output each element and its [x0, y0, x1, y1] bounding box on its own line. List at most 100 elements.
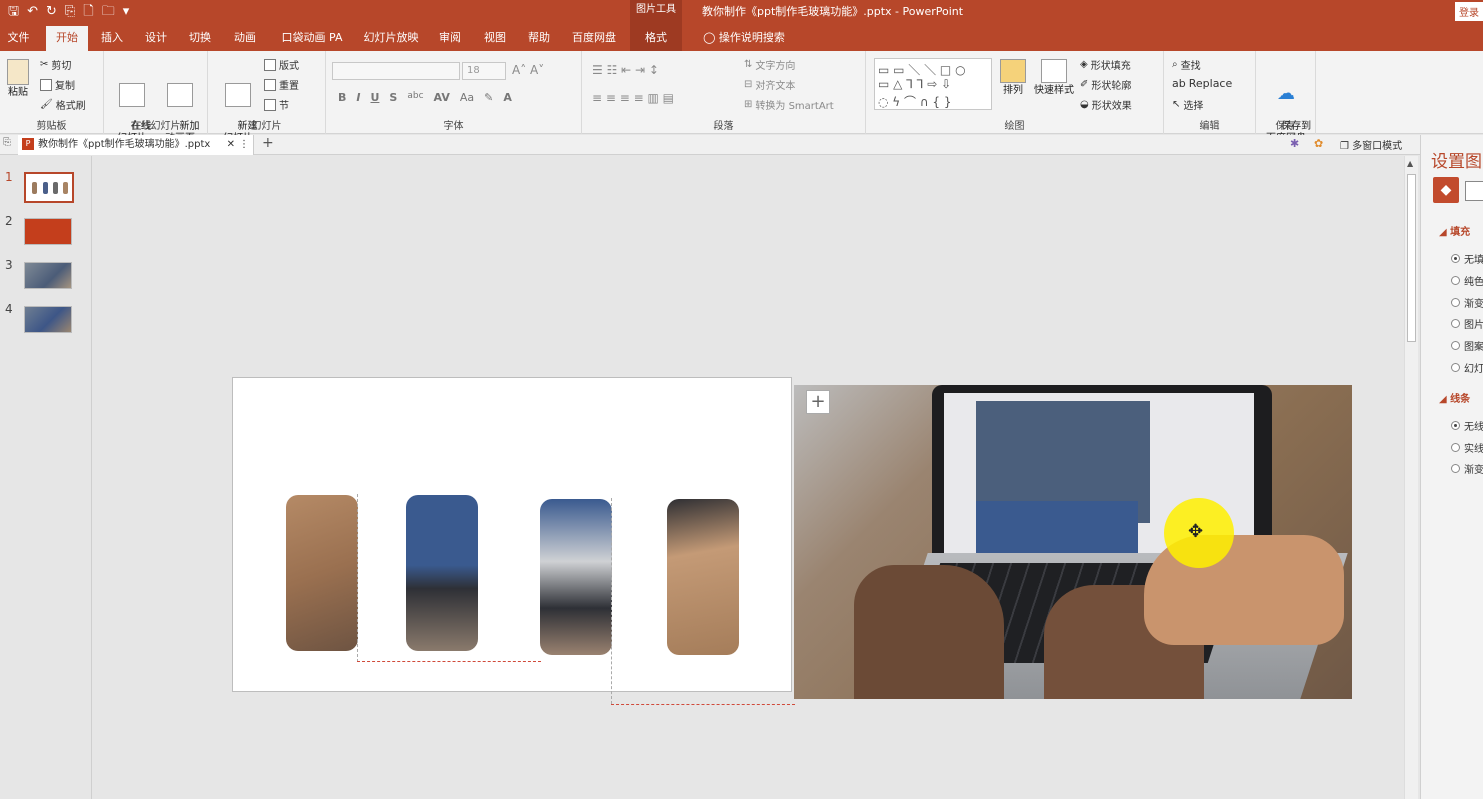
save-icon[interactable]: 🖫	[8, 3, 19, 21]
tab-design[interactable]: 设计	[136, 26, 176, 51]
more-icon[interactable]: ⋮	[239, 135, 249, 154]
new-file-icon[interactable]: 🗋	[83, 3, 93, 21]
fill-option[interactable]: 幻灯	[1451, 360, 1483, 375]
radio-button[interactable]	[1451, 443, 1460, 452]
close-icon[interactable]: ✕	[227, 135, 235, 154]
tab-baidu-netdisk[interactable]: 百度网盘	[563, 26, 625, 51]
font-name-combo[interactable]	[332, 62, 460, 80]
undo-icon[interactable]: ↶	[27, 3, 38, 21]
shadow-button[interactable]: S	[389, 91, 397, 104]
login-button[interactable]: 登录	[1455, 2, 1483, 21]
tab-animations[interactable]: 动画	[225, 26, 265, 51]
settings-gear-icon[interactable]: ✿	[1314, 137, 1323, 150]
fill-line-icon[interactable]: ◆	[1433, 177, 1459, 203]
font-color-button[interactable]: A	[503, 91, 512, 104]
tab-list-icon[interactable]: ⎘	[3, 137, 11, 148]
radio-button[interactable]	[1451, 298, 1460, 307]
grow-font-icon[interactable]: A˄ A˅	[512, 63, 544, 77]
find-button[interactable]: ⌕ 查找	[1172, 57, 1201, 72]
shape-textbox-icon[interactable]: ▭ ▭ ＼ ＼ □ ○	[878, 61, 966, 78]
radio-button[interactable]	[1451, 341, 1460, 350]
tab-view[interactable]: 视图	[475, 26, 515, 51]
effects-tab-icon[interactable]	[1465, 181, 1483, 201]
radio-button[interactable]	[1451, 464, 1460, 473]
presentation-icon[interactable]: ⎘	[65, 3, 75, 21]
tab-home[interactable]: 开始	[46, 26, 88, 51]
select-button[interactable]: ↖ 选择	[1172, 97, 1203, 112]
shape-outline-button[interactable]: ✐ 形状轮廓	[1080, 77, 1131, 92]
fill-option[interactable]: 纯色	[1451, 273, 1483, 288]
tab-help[interactable]: 帮助	[519, 26, 559, 51]
reset-button[interactable]: 重置	[264, 77, 299, 92]
photo-strip-3[interactable]	[540, 499, 612, 655]
shapes-gallery[interactable]: ▭ ▭ ＼ ＼ □ ○ ▭ △ ⅂ ⅂ ⇨ ⇩ ◌ ϟ ⌒ ∩ { }	[874, 58, 992, 110]
tab-transitions[interactable]: 切换	[180, 26, 220, 51]
radio-button[interactable]	[1451, 319, 1460, 328]
radio-button[interactable]	[1451, 363, 1460, 372]
quick-styles-button[interactable]: 快速样式	[1032, 59, 1076, 97]
tab-insert[interactable]: 插入	[92, 26, 132, 51]
slide-thumbnail-3[interactable]	[24, 262, 72, 289]
redo-icon[interactable]: ↻	[46, 3, 57, 21]
tab-file[interactable]: 文件	[0, 26, 37, 51]
smartart-button[interactable]: ⊞ 转换为 SmartArt	[744, 97, 834, 112]
fill-section-header[interactable]: ◢ 填充	[1439, 223, 1470, 238]
list-buttons[interactable]: ☰ ☷ ⇤ ⇥ ↕	[592, 63, 659, 77]
cut-button[interactable]: ✂ 剪切	[40, 57, 71, 72]
copy-button[interactable]: 复制	[40, 77, 75, 92]
section-button[interactable]: 节	[264, 97, 289, 112]
line-section-header[interactable]: ◢ 线条	[1439, 390, 1470, 405]
document-tab[interactable]: P 教你制作《ppt制作毛玻璃功能》.pptx ✕ ⋮	[18, 135, 254, 155]
tab-pocket-animation[interactable]: 口袋动画 PA	[272, 26, 352, 51]
change-case-button[interactable]: Aa	[460, 91, 474, 104]
shape-fill-button[interactable]: ◈ 形状填充	[1080, 57, 1131, 72]
line-option[interactable]: 实线	[1451, 440, 1483, 455]
char-spacing-button[interactable]: AV	[434, 91, 450, 104]
scroll-up-icon[interactable]: ▲	[1407, 159, 1413, 168]
add-tab-icon[interactable]: +	[262, 135, 274, 151]
tell-me-search[interactable]: ◯ 操作说明搜索	[694, 26, 794, 51]
strikethrough-button[interactable]: abc	[407, 91, 423, 104]
align-buttons[interactable]: ≡ ≡ ≡ ≡ ▥ ▤	[592, 91, 674, 105]
font-size-combo[interactable]: 18	[462, 62, 506, 80]
slide-thumbnail-4[interactable]	[24, 306, 72, 333]
radio-button[interactable]	[1451, 276, 1460, 285]
radio-button[interactable]	[1451, 254, 1460, 263]
underline-button[interactable]: U	[370, 91, 379, 104]
add-icon[interactable]: +	[806, 390, 830, 414]
shape-row3-icon[interactable]: ◌ ϟ ⌒ ∩ { }	[878, 93, 952, 110]
radio-button[interactable]	[1451, 421, 1460, 430]
line-option[interactable]: 无线	[1451, 418, 1483, 433]
slide-thumbnail-1[interactable]	[24, 172, 74, 203]
multi-window-button[interactable]: ❐ 多窗口模式	[1340, 137, 1402, 152]
layout-button[interactable]: 版式	[264, 57, 299, 72]
italic-button[interactable]: I	[356, 91, 360, 104]
text-direction-button[interactable]: ⇅ 文字方向	[744, 57, 795, 72]
highlight-icon[interactable]: ✎	[484, 91, 493, 104]
align-text-button[interactable]: ⊟ 对齐文本	[744, 77, 795, 92]
replace-button[interactable]: ab Replace	[1172, 77, 1232, 90]
laptop-photo[interactable]: ✥	[794, 385, 1352, 699]
shape-row2-icon[interactable]: ▭ △ ⅂ ⅂ ⇨ ⇩	[878, 77, 951, 91]
photo-strip-1[interactable]	[286, 495, 358, 651]
fill-option[interactable]: 渐变	[1451, 295, 1483, 310]
line-option[interactable]: 渐变	[1451, 461, 1483, 476]
tab-slideshow[interactable]: 幻灯片放映	[356, 26, 426, 51]
vertical-scrollbar[interactable]: ▲	[1404, 156, 1418, 799]
arrange-button[interactable]: 排列	[1000, 59, 1026, 97]
fill-option[interactable]: 图案	[1451, 338, 1483, 353]
scrollbar-thumb[interactable]	[1407, 174, 1416, 342]
customize-qat-icon[interactable]: ▾	[123, 3, 130, 21]
bold-button[interactable]: B	[338, 91, 346, 104]
slide-thumbnail-2[interactable]	[24, 218, 72, 245]
shape-effects-button[interactable]: ◒ 形状效果	[1080, 97, 1132, 112]
tab-review[interactable]: 审阅	[430, 26, 470, 51]
paste-button[interactable]: 粘贴	[5, 59, 31, 99]
pin-icon[interactable]: ✱	[1290, 137, 1299, 150]
photo-strip-4[interactable]	[667, 499, 739, 655]
tab-format[interactable]: 格式	[630, 26, 682, 51]
fill-option[interactable]: 图片	[1451, 316, 1483, 331]
open-folder-icon[interactable]: 🗀	[102, 3, 115, 21]
format-painter-button[interactable]: 🖌 格式刷	[40, 97, 86, 112]
photo-strip-2[interactable]	[406, 495, 478, 651]
